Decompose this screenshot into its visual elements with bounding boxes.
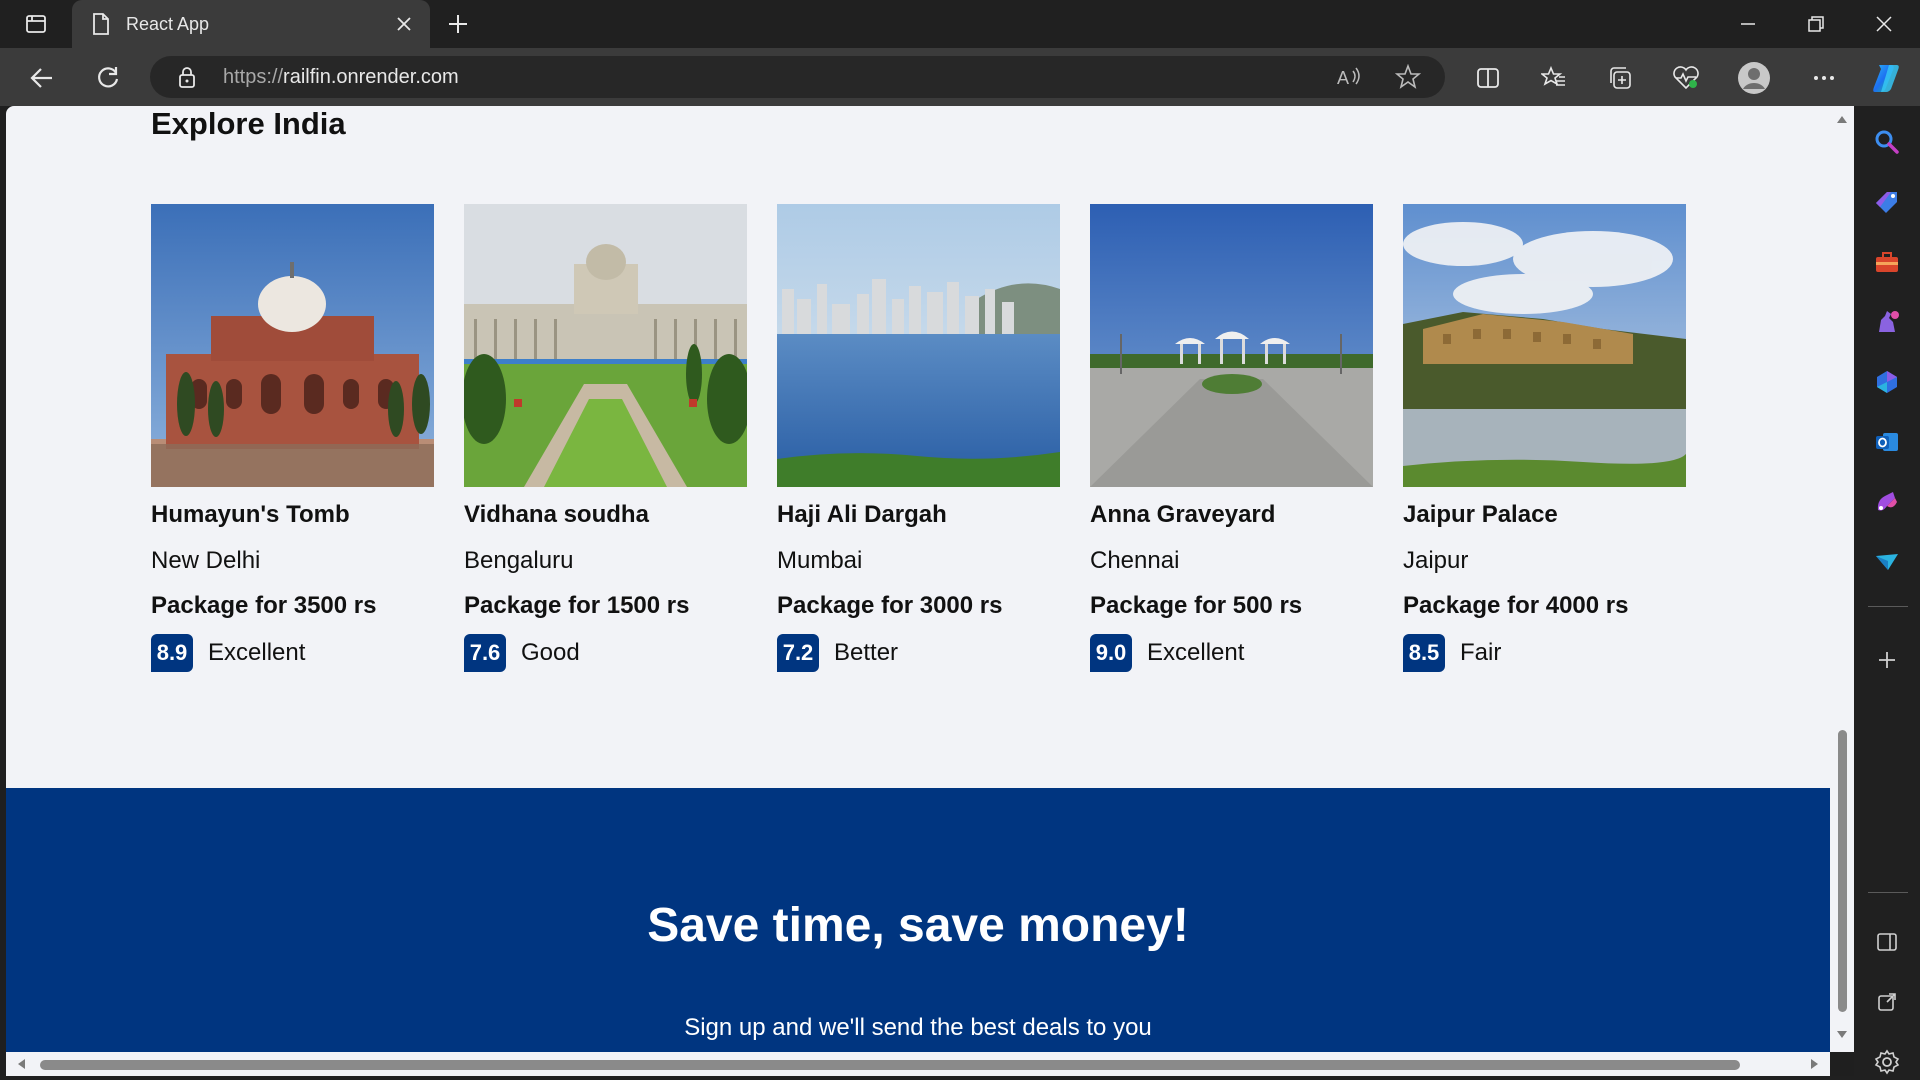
read-aloud-icon[interactable]: A [1335, 64, 1363, 95]
page-icon [90, 12, 112, 41]
destination-image-vidhana-soudha[interactable] [464, 204, 747, 487]
scroll-right-icon[interactable] [1810, 1058, 1820, 1070]
score-badge: 8.9 [151, 634, 193, 672]
split-screen-icon[interactable] [1468, 58, 1508, 98]
send-icon[interactable] [1869, 544, 1905, 580]
favorite-star-icon[interactable] [1394, 63, 1422, 95]
rating-row: 8.9 Excellent [151, 634, 434, 672]
add-icon[interactable] [1869, 642, 1905, 678]
score-badge: 7.2 [777, 634, 819, 672]
destination-package: Package for 3000 rs [777, 592, 1003, 619]
url-host: railfin.onrender.com [283, 66, 459, 88]
score-badge: 8.5 [1403, 634, 1445, 672]
rating-label: Good [521, 639, 580, 666]
profile-avatar[interactable] [1734, 58, 1774, 98]
favorites-icon[interactable] [1534, 58, 1574, 98]
page-viewport[interactable]: Explore India Humayun's Tomb New Delhi P… [6, 106, 1830, 1052]
copilot-icon[interactable] [1866, 58, 1906, 98]
close-window-icon[interactable] [1850, 0, 1918, 48]
minimize-icon[interactable] [1714, 0, 1782, 48]
destination-city: New Delhi [151, 547, 261, 574]
url-protocol: https:// [223, 66, 284, 88]
destination-city: Mumbai [777, 547, 863, 574]
horizontal-scrollbar[interactable] [6, 1052, 1830, 1076]
destination-card[interactable]: Anna Graveyard Chennai Package for 500 r… [1090, 204, 1373, 672]
destination-card[interactable]: Vidhana soudha Bengaluru Package for 150… [464, 204, 747, 672]
vertical-scroll-thumb[interactable] [1838, 730, 1847, 1012]
browser-essentials-icon[interactable] [1666, 58, 1706, 98]
close-tab-icon[interactable] [392, 12, 416, 36]
url-text[interactable]: https://railfin.onrender.com [223, 66, 459, 89]
rating-label: Fair [1460, 639, 1502, 666]
window-bottom-edge [0, 1076, 1854, 1080]
sidebar-divider [1868, 606, 1908, 607]
rating-label: Better [834, 639, 899, 666]
destination-name[interactable]: Jaipur Palace [1403, 501, 1686, 529]
external-link-icon[interactable] [1869, 984, 1905, 1020]
destination-image-anna-graveyard[interactable] [1090, 204, 1373, 487]
scroll-down-icon[interactable] [1836, 1030, 1848, 1040]
settings-icon[interactable] [1869, 1044, 1905, 1080]
destination-card[interactable]: Jaipur Palace Jaipur Package for 4000 rs… [1403, 204, 1686, 672]
more-options-icon[interactable] [1804, 58, 1844, 98]
back-icon[interactable] [22, 58, 62, 98]
lock-icon[interactable] [176, 65, 198, 94]
newsletter-banner: Save time, save money! Sign up and we'll… [6, 788, 1830, 1052]
banner-subtitle: Sign up and we'll send the best deals to… [684, 1014, 1152, 1041]
address-bar[interactable]: https://railfin.onrender.com A [150, 56, 1445, 98]
destination-image-humayuns-tomb[interactable] [151, 204, 434, 487]
rating-row: 7.6 Good [464, 634, 747, 672]
browser-title-bar: React App [0, 0, 1920, 48]
section-title: Explore India [151, 106, 346, 141]
score-badge: 9.0 [1090, 634, 1132, 672]
destination-city: Chennai [1090, 547, 1180, 574]
rating-label: Excellent [208, 639, 306, 666]
split-panel-icon[interactable] [1869, 924, 1905, 960]
rating-row: 9.0 Excellent [1090, 634, 1373, 672]
designer-icon[interactable] [1869, 484, 1905, 520]
scroll-left-icon[interactable] [16, 1058, 26, 1070]
refresh-icon[interactable] [88, 58, 128, 98]
destination-name[interactable]: Anna Graveyard [1090, 501, 1373, 529]
horizontal-scroll-thumb[interactable] [40, 1060, 1740, 1070]
briefcase-icon[interactable] [1869, 244, 1905, 280]
destination-name[interactable]: Vidhana soudha [464, 501, 747, 529]
restore-icon[interactable] [1782, 0, 1850, 48]
destination-image-haji-ali-dargah[interactable] [777, 204, 1060, 487]
new-tab-icon[interactable] [436, 0, 480, 48]
tab-actions-icon[interactable] [14, 0, 58, 48]
outlook-icon[interactable] [1869, 424, 1905, 460]
destination-package: Package for 3500 rs [151, 592, 377, 619]
vertical-scrollbar[interactable] [1830, 106, 1854, 1052]
scroll-up-icon[interactable] [1836, 114, 1848, 124]
destination-name[interactable]: Haji Ali Dargah [777, 501, 1060, 529]
rating-row: 8.5 Fair [1403, 634, 1686, 672]
destination-image-jaipur-palace[interactable] [1403, 204, 1686, 487]
destination-card[interactable]: Haji Ali Dargah Mumbai Package for 3000 … [777, 204, 1060, 672]
edge-sidebar [1854, 106, 1920, 1080]
destination-city: Jaipur [1403, 547, 1469, 574]
sidebar-divider [1868, 892, 1908, 893]
tag-icon[interactable] [1869, 184, 1905, 220]
collections-icon[interactable] [1600, 58, 1640, 98]
svg-text:A: A [1337, 68, 1349, 88]
tab-title: React App [126, 14, 210, 34]
browser-toolbar: https://railfin.onrender.com A [0, 48, 1920, 106]
games-icon[interactable] [1869, 304, 1905, 340]
banner-title: Save time, save money! [647, 899, 1189, 952]
rating-row: 7.2 Better [777, 634, 1060, 672]
destination-package: Package for 1500 rs [464, 592, 690, 619]
search-icon[interactable] [1869, 124, 1905, 160]
browser-tab-active[interactable]: React App [72, 0, 430, 48]
destination-package: Package for 4000 rs [1403, 592, 1629, 619]
destination-package: Package for 500 rs [1090, 592, 1303, 619]
destination-card[interactable]: Humayun's Tomb New Delhi Package for 350… [151, 204, 434, 672]
score-badge: 7.6 [464, 634, 506, 672]
destination-name[interactable]: Humayun's Tomb [151, 501, 434, 529]
bing-icon[interactable] [1869, 364, 1905, 400]
rating-label: Excellent [1147, 639, 1245, 666]
destination-city: Bengaluru [464, 547, 574, 574]
